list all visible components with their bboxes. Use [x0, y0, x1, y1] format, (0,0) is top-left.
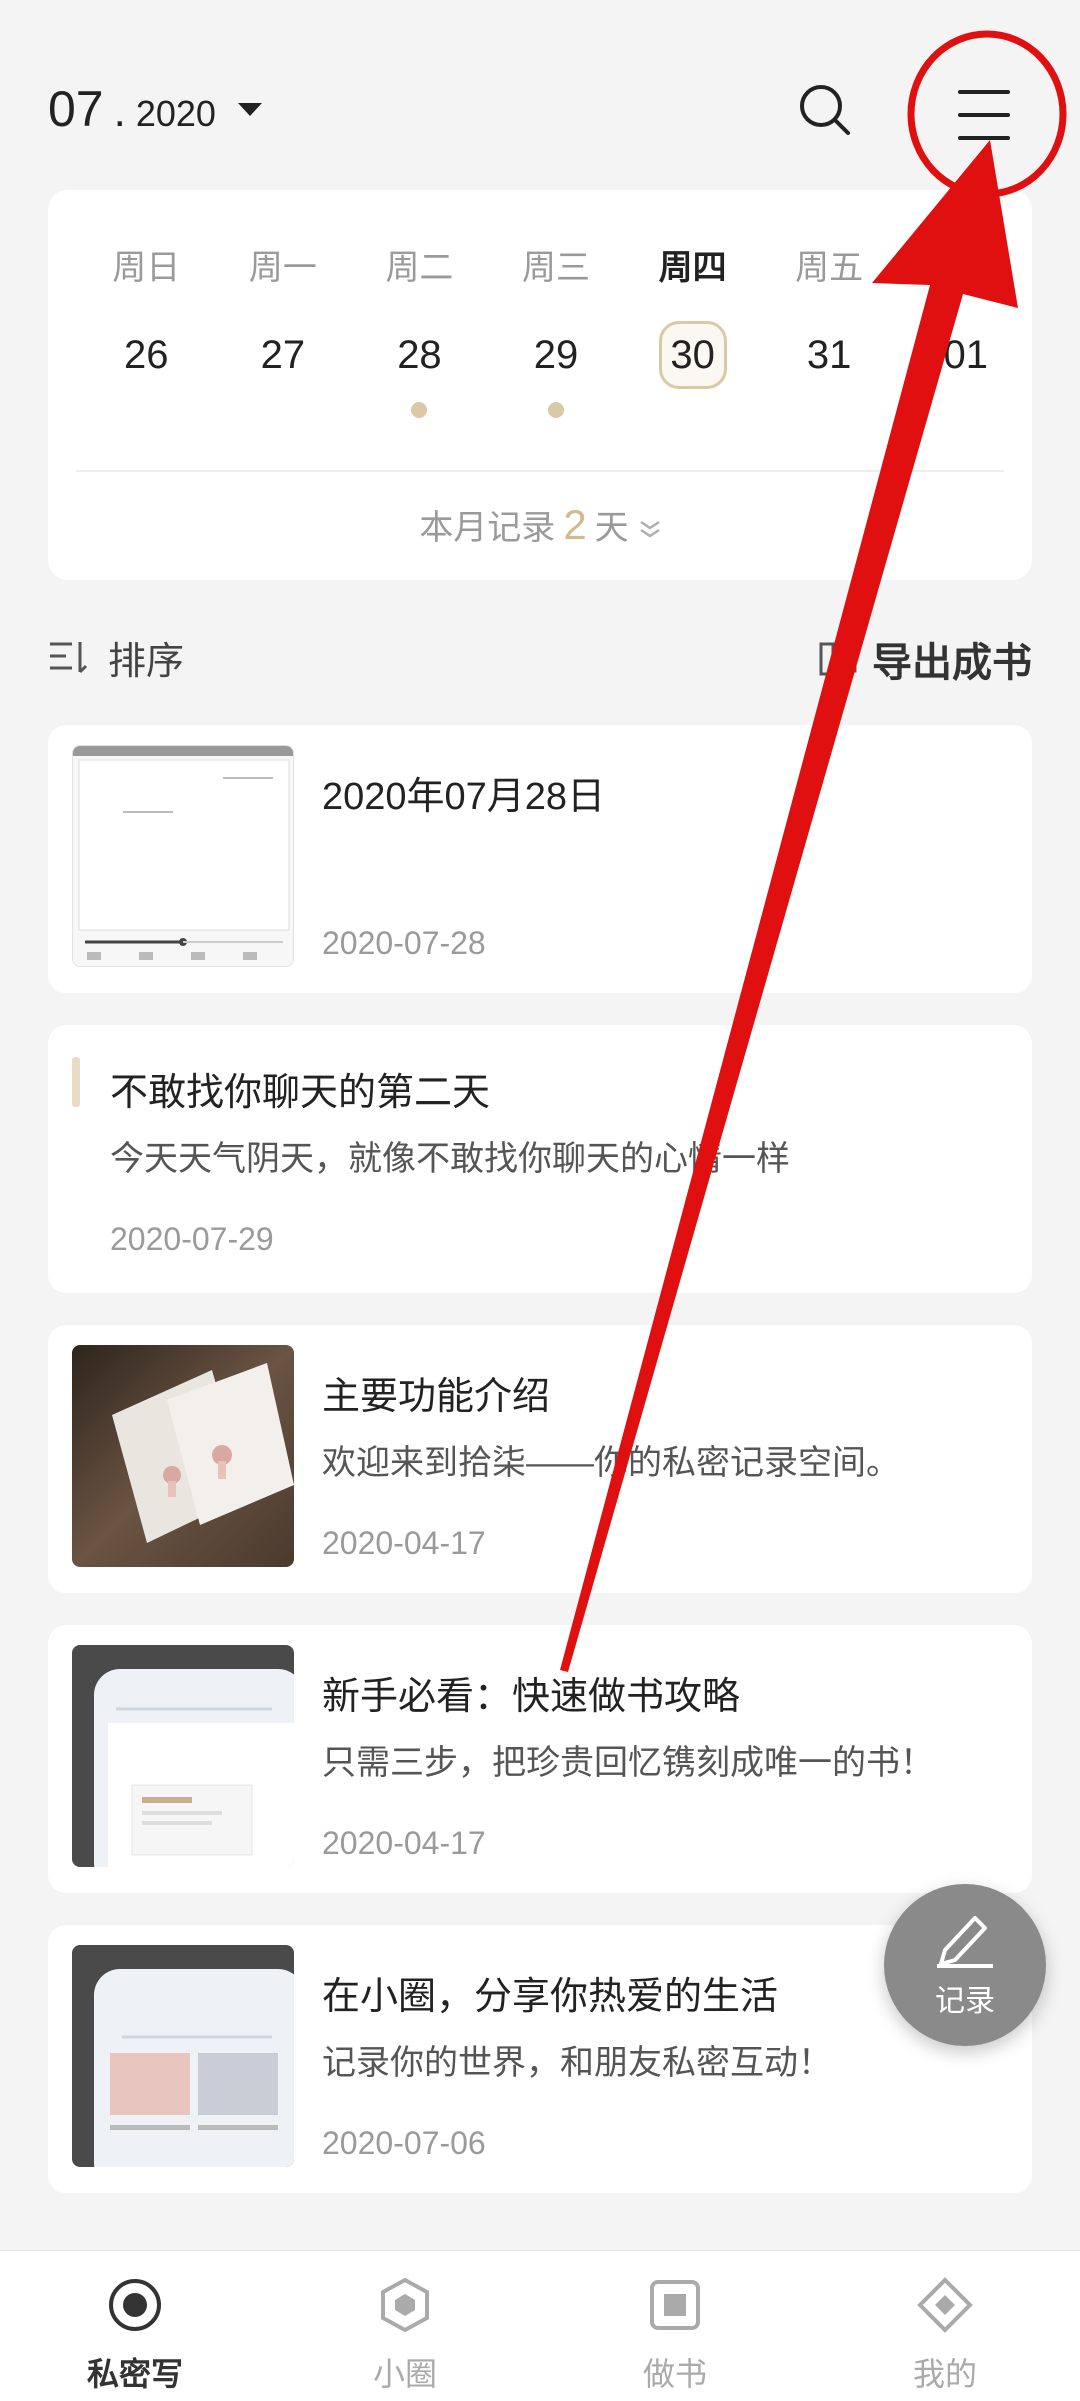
- search-icon: [800, 85, 850, 135]
- hamburger-menu-icon: [958, 90, 1010, 140]
- date-cell[interactable]: 28: [351, 320, 488, 418]
- summary-suffix: 天: [594, 509, 629, 547]
- entry-thumbnail: [72, 1945, 294, 2167]
- entry-date: 2020-07-28: [322, 925, 486, 961]
- entry-excerpt: 欢迎来到拾柒——你的私密记录空间。: [322, 1444, 900, 1482]
- date-number: 28: [397, 332, 442, 377]
- date-cell-today[interactable]: 30: [624, 320, 761, 390]
- month-selector[interactable]: 07 . 2020: [48, 80, 262, 150]
- entry-excerpt: 今天天气阴天，就像不敢找你聊天的心情一样: [110, 1140, 790, 1178]
- entry-date: 2020-04-17: [322, 1525, 486, 1561]
- date-cell[interactable]: 29: [488, 320, 625, 418]
- hexagon-icon: [381, 2277, 429, 2333]
- nav-item-circle[interactable]: 小圈: [270, 2251, 540, 2401]
- pen-icon: [937, 1916, 993, 1968]
- date-cell[interactable]: 26: [78, 320, 215, 390]
- new-record-label: 记录: [935, 1985, 995, 2018]
- new-record-button[interactable]: 记录: [884, 1884, 1046, 2046]
- caret-down-icon: [237, 103, 262, 116]
- nav-item-mine[interactable]: 我的: [810, 2251, 1080, 2401]
- date-number: 31: [806, 332, 852, 377]
- list-toolbar: 排序 导出成书: [48, 630, 1032, 700]
- record-dot-marker: [548, 402, 565, 418]
- summary-count: 2: [563, 501, 587, 548]
- entry-card[interactable]: 主要功能介绍 欢迎来到拾柒——你的私密记录空间。 2020-04-17: [48, 1325, 1032, 1593]
- entry-card[interactable]: 不敢找你聊天的第二天 今天天气阴天，就像不敢找你聊天的心情一样 2020-07-…: [48, 1025, 1032, 1293]
- sort-icon: [50, 641, 88, 673]
- entry-date: 2020-07-06: [322, 2125, 486, 2161]
- sort-label: 排序: [108, 641, 185, 683]
- entry-thumbnail: [72, 745, 294, 967]
- top-bar: 07 . 2020: [0, 0, 1080, 190]
- entry-title: 主要功能介绍: [322, 1376, 551, 1418]
- month-separator: .: [113, 87, 126, 136]
- date-number: 26: [124, 332, 169, 377]
- month-summary[interactable]: 本月记录 2 天: [48, 500, 1032, 549]
- nav-item-private-write[interactable]: 私密写: [0, 2251, 270, 2401]
- weekday-row: 周日 周一 周二 周三 周四 周五 周六: [78, 240, 1034, 289]
- sort-button[interactable]: 排序: [48, 630, 184, 685]
- nav-label: 私密写: [86, 2356, 183, 2392]
- entry-date: 2020-04-17: [322, 1825, 486, 1861]
- date-number: 27: [260, 332, 306, 377]
- month-label: 07: [48, 81, 104, 137]
- date-cell[interactable]: 31: [761, 320, 898, 390]
- nav-label: 我的: [912, 2356, 977, 2392]
- square-book-icon: [650, 2280, 700, 2330]
- entry-thumbnail: [72, 1645, 294, 1867]
- accent-bar: [72, 1057, 80, 1107]
- entry-card[interactable]: 2020年07月28日 2020-07-28: [48, 725, 1032, 993]
- year-label: 2020: [135, 93, 216, 134]
- date-cell[interactable]: 27: [215, 320, 352, 390]
- date-number: 01: [943, 332, 989, 377]
- export-book-button[interactable]: 导出成书: [818, 630, 1032, 688]
- nav-label: 小圈: [372, 2356, 437, 2392]
- entry-title: 2020年07月28日: [322, 776, 606, 818]
- entry-card[interactable]: 新手必看：快速做书攻略 只需三步，把珍贵回忆镌刻成唯一的书！ 2020-04-1…: [48, 1625, 1032, 1893]
- nav-label: 做书: [642, 2356, 707, 2392]
- weekday-thu: 周四: [658, 249, 727, 287]
- entry-thumbnail: [72, 1345, 294, 1567]
- date-row: 26 27 28 29 30 31 01: [78, 320, 1034, 418]
- weekday-tue: 周二: [385, 249, 454, 287]
- entry-title: 不敢找你聊天的第二天: [110, 1072, 491, 1114]
- weekday-wed: 周三: [522, 249, 591, 287]
- export-label: 导出成书: [872, 641, 1032, 685]
- entry-date: 2020-07-29: [110, 1221, 274, 1257]
- weekday-mon: 周一: [248, 249, 317, 287]
- nav-item-make-book[interactable]: 做书: [540, 2251, 810, 2401]
- date-number: 30: [658, 321, 727, 389]
- search-button[interactable]: [795, 80, 855, 140]
- record-dot-icon: [109, 2279, 161, 2331]
- entry-title: 在小圈，分享你热爱的生活: [322, 1976, 779, 2018]
- record-dot-marker: [411, 402, 428, 418]
- calendar-card: 周日 周一 周二 周三 周四 周五 周六 26 27 28 29 30 31 0…: [48, 190, 1032, 580]
- weekday-sat: 周六: [931, 249, 1000, 287]
- date-cell[interactable]: 01: [897, 320, 1034, 390]
- summary-prefix: 本月记录: [419, 509, 556, 547]
- entry-title: 新手必看：快速做书攻略: [322, 1676, 741, 1718]
- entry-excerpt: 记录你的世界，和朋友私密互动！: [322, 2044, 832, 2082]
- book-icon: [819, 639, 857, 676]
- date-number: 29: [533, 332, 579, 377]
- double-chevron-down-icon: [639, 514, 661, 546]
- entry-excerpt: 只需三步，把珍贵回忆镌刻成唯一的书！: [322, 1744, 934, 1782]
- menu-button[interactable]: [950, 80, 1020, 150]
- weekday-fri: 周五: [795, 249, 864, 287]
- weekday-sun: 周日: [112, 249, 181, 287]
- bottom-nav: 私密写 小圈 做书 我的: [0, 2250, 1080, 2401]
- diamond-icon: [917, 2277, 973, 2333]
- divider: [76, 470, 1004, 472]
